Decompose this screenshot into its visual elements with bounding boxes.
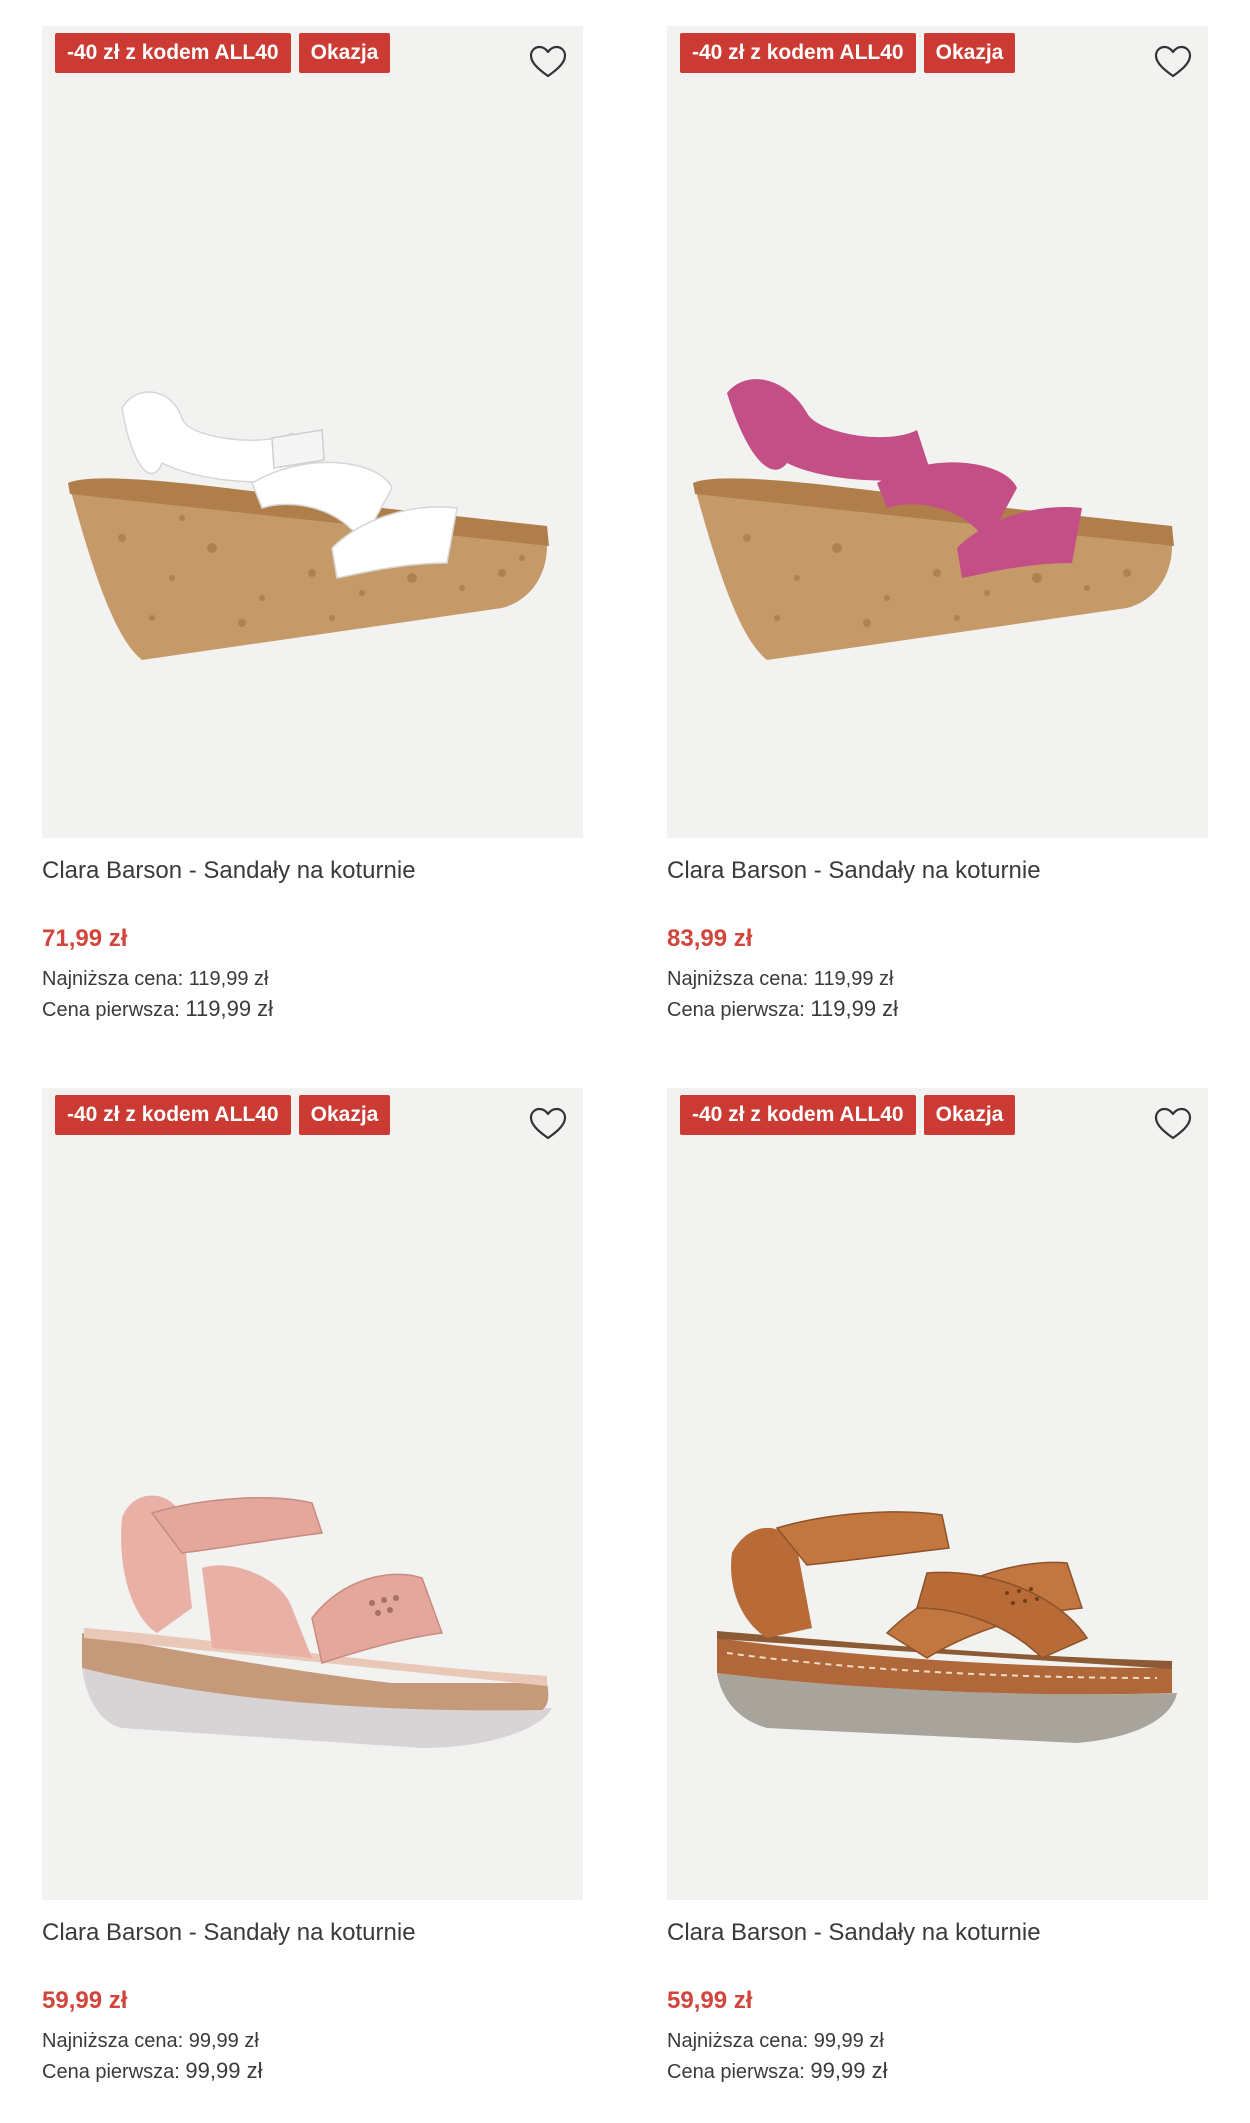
first-price-label: Cena pierwsza: xyxy=(42,2061,180,2083)
first-price-value: 119,99 zł xyxy=(185,996,274,1021)
product-grid: -40 zł z kodem ALL40 Okazja Clara Barson… xyxy=(42,26,1208,2100)
lowest-price-line: Najniższa cena: 119,99 zł xyxy=(667,964,1208,994)
first-price-label: Cena pierwsza: xyxy=(667,2061,805,2083)
product-image-area[interactable]: -40 zł z kodem ALL40 Okazja xyxy=(667,26,1208,838)
product-card[interactable]: -40 zł z kodem ALL40 Okazja Clara Barson… xyxy=(42,26,583,1032)
badge-group: -40 zł z kodem ALL40 Okazja xyxy=(680,1095,1016,1135)
product-image-area[interactable]: -40 zł z kodem ALL40 Okazja xyxy=(42,26,583,838)
deal-badge: Okazja xyxy=(298,1095,391,1135)
badge-group: -40 zł z kodem ALL40 Okazja xyxy=(55,33,391,73)
promo-code-badge: -40 zł z kodem ALL40 xyxy=(680,1095,916,1135)
lowest-price-value: 119,99 zł xyxy=(188,968,269,990)
first-price-value: 119,99 zł xyxy=(810,996,899,1021)
favorite-heart-icon[interactable] xyxy=(527,42,569,84)
product-image-area[interactable]: -40 zł z kodem ALL40 Okazja xyxy=(42,1088,583,1900)
lowest-price-value: 119,99 zł xyxy=(813,968,894,990)
product-image-pink-comfort-wedge-sandal xyxy=(62,1458,562,1798)
first-price-line: Cena pierwsza: 99,99 zł xyxy=(42,2056,583,2087)
deal-badge: Okazja xyxy=(923,1095,1016,1135)
first-price-line: Cena pierwsza: 99,99 zł xyxy=(667,2056,1208,2087)
favorite-heart-icon[interactable] xyxy=(1152,1104,1194,1146)
product-card[interactable]: -40 zł z kodem ALL40 Okazja Clara Barson… xyxy=(42,1088,583,2100)
first-price-value: 99,99 zł xyxy=(810,2058,888,2083)
first-price-line: Cena pierwsza: 119,99 zł xyxy=(42,994,583,1025)
lowest-price-line: Najniższa cena: 99,99 zł xyxy=(42,2026,583,2056)
lowest-price-label: Najniższa cena: xyxy=(42,2030,184,2052)
product-name-link[interactable]: Clara Barson - Sandały na koturnie xyxy=(667,1916,1208,1950)
lowest-price-label: Najniższa cena: xyxy=(667,968,809,990)
first-price-value: 99,99 zł xyxy=(185,2058,263,2083)
product-name-link[interactable]: Clara Barson - Sandały na koturnie xyxy=(667,854,1208,888)
badge-group: -40 zł z kodem ALL40 Okazja xyxy=(680,33,1016,73)
favorite-heart-icon[interactable] xyxy=(527,1104,569,1146)
product-price: 71,99 zł xyxy=(42,925,128,952)
lowest-price-line: Najniższa cena: 99,99 zł xyxy=(667,2026,1208,2056)
product-name-link[interactable]: Clara Barson - Sandały na koturnie xyxy=(42,1916,583,1950)
first-price-label: Cena pierwsza: xyxy=(42,999,180,1021)
product-image-white-cork-wedge-sandal xyxy=(62,368,562,708)
product-image-area[interactable]: -40 zł z kodem ALL40 Okazja xyxy=(667,1088,1208,1900)
lowest-price-label: Najniższa cena: xyxy=(667,2030,809,2052)
lowest-price-line: Najniższa cena: 119,99 zł xyxy=(42,964,583,994)
lowest-price-value: 99,99 zł xyxy=(813,2030,884,2052)
lowest-price-value: 99,99 zł xyxy=(188,2030,259,2052)
product-price: 59,99 zł xyxy=(667,1987,753,2014)
first-price-label: Cena pierwsza: xyxy=(667,999,805,1021)
product-image-pink-cork-wedge-sandal xyxy=(687,368,1187,708)
promo-code-badge: -40 zł z kodem ALL40 xyxy=(55,33,291,73)
deal-badge: Okazja xyxy=(298,33,391,73)
promo-code-badge: -40 zł z kodem ALL40 xyxy=(55,1095,291,1135)
product-card[interactable]: -40 zł z kodem ALL40 Okazja Clara Barson… xyxy=(667,26,1208,1032)
promo-code-badge: -40 zł z kodem ALL40 xyxy=(680,33,916,73)
product-price: 59,99 zł xyxy=(42,1987,128,2014)
deal-badge: Okazja xyxy=(923,33,1016,73)
badge-group: -40 zł z kodem ALL40 Okazja xyxy=(55,1095,391,1135)
favorite-heart-icon[interactable] xyxy=(1152,42,1194,84)
lowest-price-label: Najniższa cena: xyxy=(42,968,184,990)
product-image-tan-comfort-sandal xyxy=(687,1463,1187,1803)
product-name-link[interactable]: Clara Barson - Sandały na koturnie xyxy=(42,854,583,888)
first-price-line: Cena pierwsza: 119,99 zł xyxy=(667,994,1208,1025)
product-price: 83,99 zł xyxy=(667,925,753,952)
product-card[interactable]: -40 zł z kodem ALL40 Okazja Clara Barson… xyxy=(667,1088,1208,2100)
